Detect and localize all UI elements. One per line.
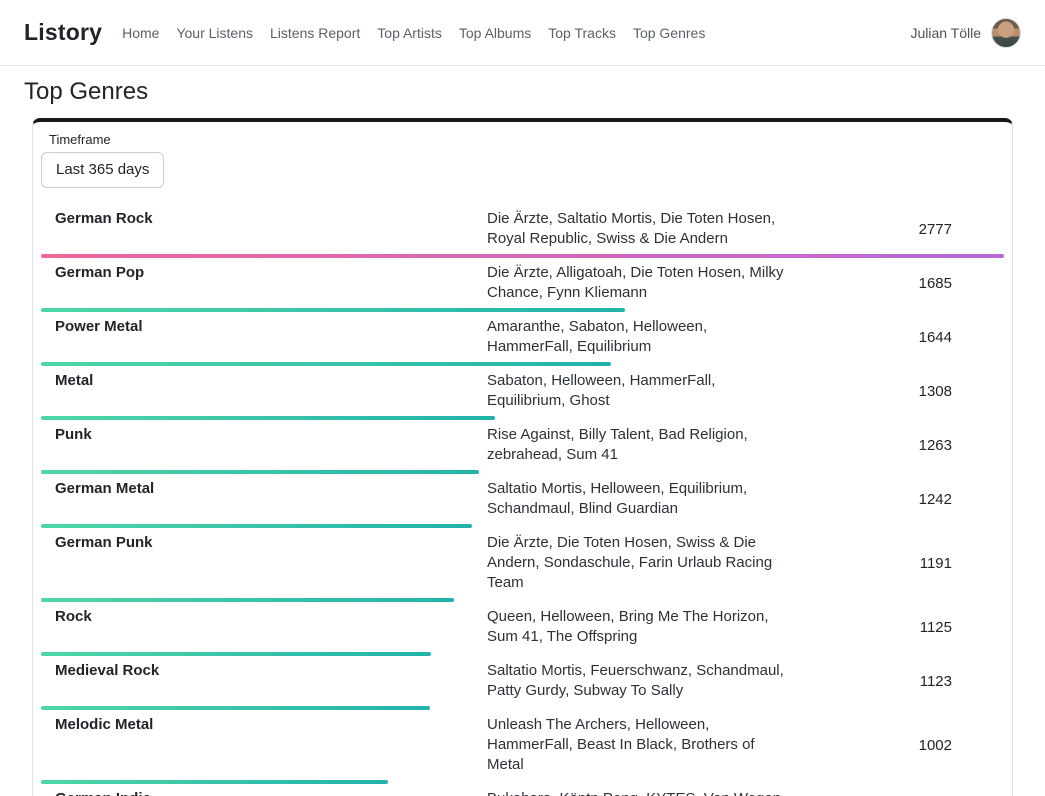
- genre-artists: Rise Against, Billy Talent, Bad Religion…: [487, 425, 792, 465]
- genre-row: Medieval Rock Saltatio Mortis, Feuerschw…: [41, 656, 1004, 710]
- genre-count: 1123: [920, 673, 1004, 690]
- top-genres-card: Timeframe Last 365 days German Rock Die …: [32, 118, 1013, 796]
- genre-name: Metal: [41, 371, 487, 391]
- genre-artists: Amaranthe, Sabaton, Helloween, HammerFal…: [487, 317, 792, 357]
- nav-links: Home Your Listens Listens Report Top Artist…: [122, 25, 705, 41]
- genre-count: 1308: [919, 383, 1004, 400]
- genre-name: German Metal: [41, 479, 487, 499]
- genre-artists: Bukahara, Käptn Peng, KYTES, Von Wegen L…: [487, 789, 792, 796]
- genre-row: Power Metal Amaranthe, Sabaton, Hellowee…: [41, 312, 1004, 366]
- genre-row: Rock Queen, Helloween, Bring Me The Hori…: [41, 602, 1004, 656]
- genre-count: 1125: [920, 619, 1004, 636]
- genre-row: Melodic Metal Unleash The Archers, Hello…: [41, 710, 1004, 784]
- genre-artists: Saltatio Mortis, Helloween, Equilibrium,…: [487, 479, 792, 519]
- genre-count: 2777: [919, 221, 1004, 238]
- genre-artists: Saltatio Mortis, Feuerschwanz, Schandmau…: [487, 661, 792, 701]
- genre-name: Medieval Rock: [41, 661, 487, 681]
- genre-count: 1644: [919, 329, 1004, 346]
- nav-item-top-genres[interactable]: Top Genres: [633, 25, 705, 41]
- user-name: Julian Tölle: [910, 25, 981, 41]
- timeframe-label: Timeframe: [49, 132, 1004, 148]
- nav-item-home[interactable]: Home: [122, 25, 159, 41]
- timeframe-select[interactable]: Last 365 days: [41, 152, 164, 188]
- app-logo[interactable]: Listory: [24, 19, 102, 46]
- genre-row: German Pop Die Ärzte, Alligatoah, Die To…: [41, 258, 1004, 312]
- genre-artists: Queen, Helloween, Bring Me The Horizon, …: [487, 607, 792, 647]
- genre-row: Metal Sabaton, Helloween, HammerFall, Eq…: [41, 366, 1004, 420]
- genre-name: Punk: [41, 425, 487, 445]
- genre-name: Rock: [41, 607, 487, 627]
- genre-count: 1242: [919, 491, 1004, 508]
- genre-row: German Indie Bukahara, Käptn Peng, KYTES…: [41, 784, 1004, 796]
- genre-row: Punk Rise Against, Billy Talent, Bad Rel…: [41, 420, 1004, 474]
- genre-name: German Indie: [41, 789, 487, 796]
- genre-artists: Die Ärzte, Die Toten Hosen, Swiss & Die …: [487, 533, 792, 593]
- genre-artists: Sabaton, Helloween, HammerFall, Equilibr…: [487, 371, 792, 411]
- genre-row: German Metal Saltatio Mortis, Helloween,…: [41, 474, 1004, 528]
- genre-name: Power Metal: [41, 317, 487, 337]
- genre-count: 1263: [919, 437, 1004, 454]
- genre-count: 1191: [920, 555, 1004, 572]
- nav-item-top-artists[interactable]: Top Artists: [377, 25, 442, 41]
- genre-row: German Punk Die Ärzte, Die Toten Hosen, …: [41, 528, 1004, 602]
- page-title: Top Genres: [24, 78, 1021, 106]
- nav-item-top-albums[interactable]: Top Albums: [459, 25, 531, 41]
- top-navbar: Listory Home Your Listens Listens Report To…: [0, 0, 1045, 66]
- genre-count: 1002: [919, 737, 1004, 754]
- genre-row: German Rock Die Ärzte, Saltatio Mortis, …: [41, 204, 1004, 258]
- genre-artists: Unleash The Archers, Helloween, HammerFa…: [487, 715, 792, 775]
- user-avatar[interactable]: [991, 18, 1021, 48]
- genre-artists: Die Ärzte, Alligatoah, Die Toten Hosen, …: [487, 263, 792, 303]
- genre-artists: Die Ärzte, Saltatio Mortis, Die Toten Ho…: [487, 209, 792, 249]
- user-menu[interactable]: Julian Tölle: [910, 18, 1021, 48]
- nav-item-listens-report[interactable]: Listens Report: [270, 25, 360, 41]
- genre-name: German Punk: [41, 533, 487, 553]
- genre-count: 1685: [919, 275, 1004, 292]
- nav-item-your-listens[interactable]: Your Listens: [176, 25, 253, 41]
- genres-table-body: German Rock Die Ärzte, Saltatio Mortis, …: [41, 204, 1004, 796]
- nav-item-top-tracks[interactable]: Top Tracks: [548, 25, 616, 41]
- genre-name: Melodic Metal: [41, 715, 487, 735]
- genre-name: German Rock: [41, 209, 487, 229]
- main-content: Top Genres Timeframe Last 365 days Germa…: [0, 78, 1045, 796]
- genre-name: German Pop: [41, 263, 487, 283]
